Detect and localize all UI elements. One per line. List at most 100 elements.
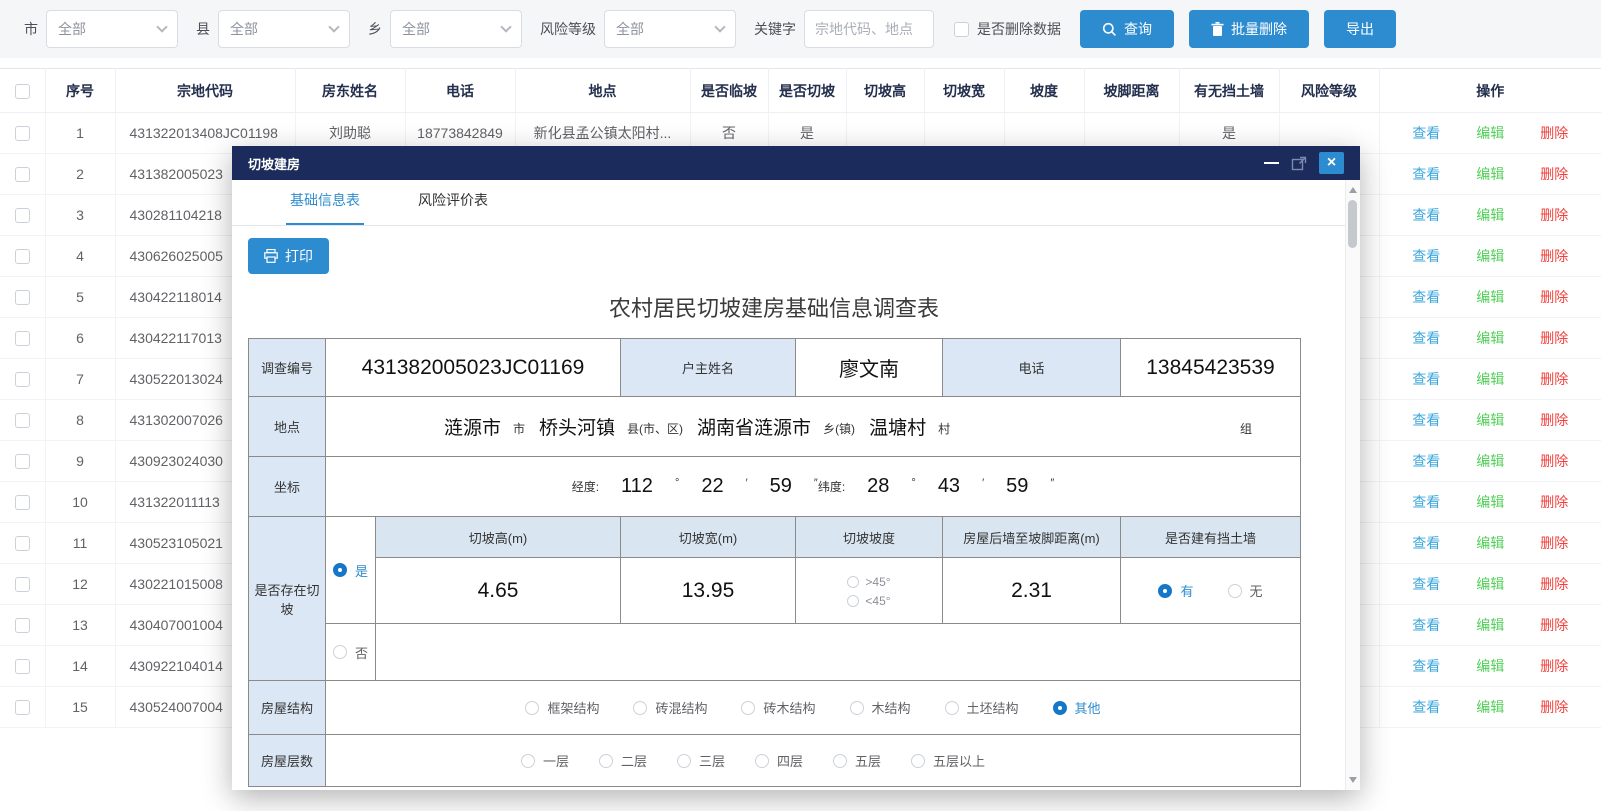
row-checkbox[interactable] — [15, 126, 30, 141]
county-filter-select[interactable]: 全部 — [218, 10, 350, 48]
row-checkbox[interactable] — [15, 577, 30, 592]
township-filter-select[interactable]: 全部 — [390, 10, 522, 48]
view-link[interactable]: 查看 — [1412, 576, 1440, 592]
floor-radio[interactable] — [755, 754, 769, 768]
row-checkbox-cell — [0, 687, 45, 728]
view-link[interactable]: 查看 — [1412, 289, 1440, 305]
batch-delete-button[interactable]: 批量删除 — [1189, 10, 1309, 48]
view-link[interactable]: 查看 — [1412, 371, 1440, 387]
view-link[interactable]: 查看 — [1412, 125, 1440, 141]
row-checkbox[interactable] — [15, 495, 30, 510]
row-checkbox[interactable] — [15, 536, 30, 551]
floor-radio[interactable] — [833, 754, 847, 768]
delete-link[interactable]: 删除 — [1540, 494, 1568, 510]
delete-data-checkbox[interactable] — [954, 22, 969, 37]
structure-radio[interactable] — [633, 701, 647, 715]
delete-link[interactable]: 删除 — [1540, 535, 1568, 551]
query-button[interactable]: 查询 — [1080, 10, 1174, 48]
edit-link[interactable]: 编辑 — [1476, 371, 1504, 387]
row-checkbox[interactable] — [15, 372, 30, 387]
structure-radio[interactable] — [741, 701, 755, 715]
delete-link[interactable]: 删除 — [1540, 617, 1568, 633]
edit-link[interactable]: 编辑 — [1476, 658, 1504, 674]
edit-link[interactable]: 编辑 — [1476, 617, 1504, 633]
structure-radio[interactable] — [1053, 701, 1067, 715]
tab-risk-eval[interactable]: 风险评价表 — [414, 190, 492, 225]
edit-link[interactable]: 编辑 — [1476, 699, 1504, 715]
slope-gt45-radio[interactable] — [847, 576, 859, 588]
delete-link[interactable]: 删除 — [1540, 248, 1568, 264]
print-button[interactable]: 打印 — [248, 238, 329, 274]
edit-link[interactable]: 编辑 — [1476, 412, 1504, 428]
view-link[interactable]: 查看 — [1412, 535, 1440, 551]
edit-link[interactable]: 编辑 — [1476, 207, 1504, 223]
scroll-down-icon[interactable] — [1349, 777, 1357, 783]
cut-exist-yes-radio[interactable] — [333, 563, 347, 577]
owner-value: 廖文南 — [796, 339, 943, 397]
view-link[interactable]: 查看 — [1412, 248, 1440, 264]
row-checkbox[interactable] — [15, 454, 30, 469]
edit-link[interactable]: 编辑 — [1476, 494, 1504, 510]
view-link[interactable]: 查看 — [1412, 166, 1440, 182]
close-icon[interactable]: × — [1319, 152, 1344, 174]
modal-scrollbar[interactable] — [1345, 180, 1360, 790]
scroll-up-icon[interactable] — [1349, 187, 1357, 193]
view-link[interactable]: 查看 — [1412, 617, 1440, 633]
row-checkbox[interactable] — [15, 249, 30, 264]
structure-radio[interactable] — [850, 701, 864, 715]
scrollbar-thumb[interactable] — [1348, 200, 1357, 248]
delete-link[interactable]: 删除 — [1540, 576, 1568, 592]
view-link[interactable]: 查看 — [1412, 207, 1440, 223]
export-button[interactable]: 导出 — [1324, 10, 1396, 48]
floor-radio[interactable] — [521, 754, 535, 768]
row-checkbox[interactable] — [15, 331, 30, 346]
row-checkbox[interactable] — [15, 167, 30, 182]
delete-link[interactable]: 删除 — [1540, 658, 1568, 674]
risk-level-filter-select[interactable]: 全部 — [604, 10, 736, 48]
delete-link[interactable]: 删除 — [1540, 412, 1568, 428]
edit-link[interactable]: 编辑 — [1476, 535, 1504, 551]
delete-link[interactable]: 删除 — [1540, 453, 1568, 469]
structure-radio[interactable] — [525, 701, 539, 715]
delete-link[interactable]: 删除 — [1540, 125, 1568, 141]
edit-link[interactable]: 编辑 — [1476, 289, 1504, 305]
wall-no-radio[interactable] — [1228, 584, 1242, 598]
maximize-icon[interactable] — [1291, 156, 1307, 171]
view-link[interactable]: 查看 — [1412, 412, 1440, 428]
view-link[interactable]: 查看 — [1412, 330, 1440, 346]
delete-link[interactable]: 删除 — [1540, 166, 1568, 182]
floor-radio[interactable] — [911, 754, 925, 768]
row-checkbox[interactable] — [15, 618, 30, 633]
cut-exist-no-radio[interactable] — [333, 645, 347, 659]
row-checkbox[interactable] — [15, 290, 30, 305]
tab-basic-info[interactable]: 基础信息表 — [286, 190, 364, 225]
row-checkbox[interactable] — [15, 700, 30, 715]
view-link[interactable]: 查看 — [1412, 699, 1440, 715]
city-filter-select[interactable]: 全部 — [46, 10, 178, 48]
delete-link[interactable]: 删除 — [1540, 207, 1568, 223]
edit-link[interactable]: 编辑 — [1476, 248, 1504, 264]
slope-lt45-radio[interactable] — [847, 595, 859, 607]
row-checkbox[interactable] — [15, 208, 30, 223]
keyword-input[interactable] — [804, 10, 934, 48]
edit-link[interactable]: 编辑 — [1476, 330, 1504, 346]
view-link[interactable]: 查看 — [1412, 453, 1440, 469]
edit-link[interactable]: 编辑 — [1476, 166, 1504, 182]
structure-radio[interactable] — [945, 701, 959, 715]
row-checkbox[interactable] — [15, 413, 30, 428]
minimize-icon[interactable] — [1264, 162, 1279, 164]
delete-link[interactable]: 删除 — [1540, 330, 1568, 346]
delete-link[interactable]: 删除 — [1540, 371, 1568, 387]
view-link[interactable]: 查看 — [1412, 658, 1440, 674]
floor-radio[interactable] — [599, 754, 613, 768]
edit-link[interactable]: 编辑 — [1476, 453, 1504, 469]
row-checkbox[interactable] — [15, 659, 30, 674]
edit-link[interactable]: 编辑 — [1476, 576, 1504, 592]
view-link[interactable]: 查看 — [1412, 494, 1440, 510]
edit-link[interactable]: 编辑 — [1476, 125, 1504, 141]
select-all-checkbox[interactable] — [15, 84, 30, 99]
delete-link[interactable]: 删除 — [1540, 289, 1568, 305]
floor-radio[interactable] — [677, 754, 691, 768]
delete-link[interactable]: 删除 — [1540, 699, 1568, 715]
wall-yes-radio[interactable] — [1158, 584, 1172, 598]
